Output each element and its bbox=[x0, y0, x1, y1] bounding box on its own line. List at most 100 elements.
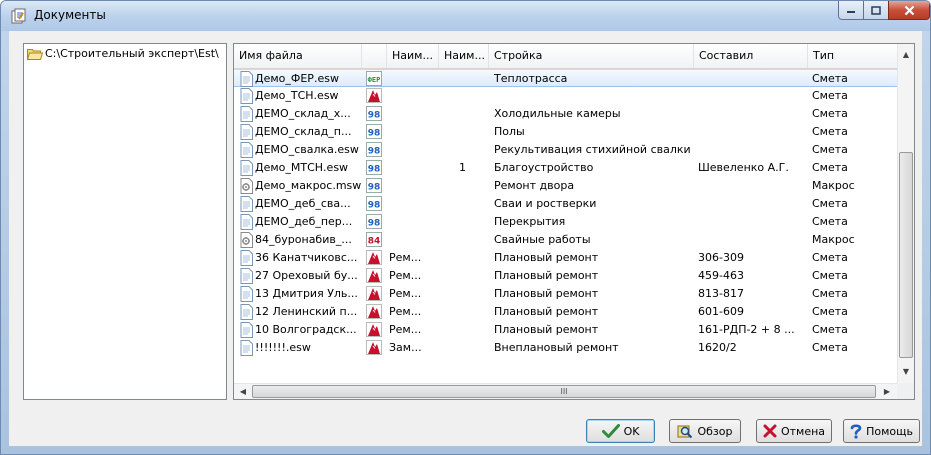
file-name: 36 Канатчиковс... bbox=[255, 251, 358, 264]
naim1-cell bbox=[389, 177, 437, 195]
98-icon: 98 bbox=[366, 106, 382, 121]
table-row[interactable]: 13 Дмитрия Уль... Рем... Плановый ремонт 81… bbox=[234, 285, 897, 303]
84-icon: 84 bbox=[366, 232, 382, 247]
maximize-button[interactable] bbox=[863, 1, 889, 20]
stroyka-cell: Благоустройство bbox=[494, 161, 594, 174]
sostavil-cell: 601-609 bbox=[698, 305, 744, 318]
table-row[interactable]: ДЕМО_деб_сва... 98 Сваи и ростверки Смета bbox=[234, 195, 897, 213]
close-icon bbox=[904, 5, 914, 15]
minimize-button[interactable] bbox=[838, 1, 864, 20]
table-row[interactable]: 36 Канатчиковс... Рем... Плановый ремонт 30… bbox=[234, 249, 897, 267]
table-row[interactable]: ДЕМО_склад_п... 98 Полы Смета bbox=[234, 123, 897, 141]
tip-cell: Смета bbox=[812, 125, 848, 138]
scroll-down-icon[interactable]: ▼ bbox=[901, 367, 911, 377]
tip-cell: Смета bbox=[812, 107, 848, 120]
svg-text:98: 98 bbox=[368, 129, 381, 139]
vertical-scroll-thumb[interactable] bbox=[899, 152, 913, 358]
column-header-sostavil[interactable]: Составил bbox=[694, 44, 808, 68]
column-header-tip[interactable]: Тип bbox=[808, 44, 897, 68]
column-header-naim1[interactable]: Наим... bbox=[387, 44, 439, 68]
table-row[interactable]: 12 Ленинский п... Рем... Плановый ремонт 60… bbox=[234, 303, 897, 321]
file-name: 84_буронабив_... bbox=[255, 233, 352, 246]
column-header-filename[interactable]: Имя файла bbox=[234, 44, 362, 68]
browse-icon bbox=[677, 425, 693, 438]
browse-button[interactable]: Обзор bbox=[669, 419, 741, 443]
file-name: ДЕМО_деб_пер... bbox=[255, 215, 353, 228]
table-row[interactable]: ДЕМО_склад_х... 98 Холодильные камеры Смета bbox=[234, 105, 897, 123]
documents-window: Документы C:\Строительный эксперт\Est\ И… bbox=[0, 0, 931, 455]
tip-cell: Смета bbox=[812, 287, 848, 300]
list-header: Имя файла Наим... Наим... Стройка Состав… bbox=[234, 44, 897, 69]
column-header-icon[interactable] bbox=[362, 44, 387, 68]
table-row[interactable]: 10 Волгоградск... Рем... Плановый ремонт 16… bbox=[234, 321, 897, 339]
table-row[interactable]: ДЕМО_деб_пер... 98 Перекрытия Смета bbox=[234, 213, 897, 231]
scroll-left-icon[interactable]: ◀ bbox=[238, 387, 248, 397]
vertical-scrollbar[interactable]: ▲ ▼ bbox=[897, 44, 914, 383]
tip-cell: Смета bbox=[812, 89, 848, 102]
naim1-cell: Рем... bbox=[389, 305, 422, 318]
document-icon bbox=[240, 340, 253, 356]
table-row[interactable]: 84_буронабив_... 84 Свайные работы Макрос bbox=[234, 231, 897, 249]
tip-cell: Смета bbox=[812, 215, 848, 228]
cancel-button[interactable]: Отмена bbox=[756, 419, 832, 443]
browse-button-label: Обзор bbox=[697, 424, 733, 438]
folder-tree[interactable]: C:\Строительный эксперт\Est\ bbox=[23, 43, 227, 400]
stroyka-cell bbox=[494, 87, 696, 105]
table-row[interactable]: ДЕМО_свалка.esw 98 Рекультивация стихийной… bbox=[234, 141, 897, 159]
document-icon bbox=[240, 106, 253, 122]
98-icon: 98 bbox=[366, 160, 382, 175]
tip-cell: Смета bbox=[812, 305, 848, 318]
scroll-right-icon[interactable]: ▶ bbox=[882, 387, 892, 397]
horizontal-scroll-thumb[interactable]: III bbox=[252, 385, 876, 398]
column-header-naim2[interactable]: Наим... bbox=[439, 44, 489, 68]
stroyka-cell: Плановый ремонт bbox=[494, 323, 599, 336]
title-bar[interactable]: Документы bbox=[1, 1, 930, 31]
naim1-cell bbox=[389, 213, 437, 231]
document-icon bbox=[240, 142, 253, 158]
help-button[interactable]: Помощь bbox=[843, 419, 920, 443]
table-row[interactable]: Демо_ФЕР.esw ФЕР Теплотрасса Смета bbox=[234, 69, 897, 87]
horizontal-scrollbar[interactable]: ◀ III ▶ bbox=[234, 383, 897, 399]
column-header-stroyka[interactable]: Стройка bbox=[489, 44, 694, 68]
tip-cell: Смета bbox=[812, 341, 848, 354]
table-row[interactable]: Демо_макрос.msw 98 Ремонт двора Макрос bbox=[234, 177, 897, 195]
close-button[interactable] bbox=[888, 1, 930, 20]
table-row[interactable]: 27 Ореховый бу... Рем... Плановый ремонт 45… bbox=[234, 267, 897, 285]
document-icon bbox=[240, 250, 253, 266]
sostavil-cell: 306-309 bbox=[698, 251, 744, 264]
file-list[interactable]: Имя файла Наим... Наим... Стройка Состав… bbox=[233, 43, 915, 400]
file-name: ДЕМО_склад_х... bbox=[255, 107, 351, 120]
macro-icon bbox=[240, 178, 253, 194]
naim1-cell: Рем... bbox=[389, 287, 422, 300]
tree-root-label: C:\Строительный эксперт\Est\ bbox=[45, 47, 219, 60]
help-icon bbox=[850, 424, 862, 439]
estimate-red-icon bbox=[366, 88, 382, 103]
file-name: 27 Ореховый бу... bbox=[255, 269, 358, 282]
svg-text:98: 98 bbox=[368, 183, 381, 193]
sostavil-cell bbox=[698, 177, 806, 195]
svg-text:98: 98 bbox=[368, 219, 381, 229]
svg-text:84: 84 bbox=[368, 237, 381, 247]
estimate-red-icon bbox=[366, 340, 382, 355]
table-row[interactable]: !!!!!!!.esw Зам... Внеплановый ремонт 1620/… bbox=[234, 339, 897, 357]
tip-cell: Смета bbox=[812, 251, 848, 264]
file-name: Демо_макрос.msw bbox=[255, 179, 362, 192]
naim1-cell: Рем... bbox=[389, 251, 422, 264]
sostavil-cell bbox=[698, 231, 806, 249]
table-row[interactable]: Демо_ТСН.esw Смета bbox=[234, 87, 897, 105]
98-icon: 98 bbox=[366, 196, 382, 211]
ok-button[interactable]: OK bbox=[586, 419, 655, 443]
checkmark-icon bbox=[601, 424, 620, 438]
help-button-label: Помощь bbox=[866, 424, 913, 438]
table-row[interactable]: Демо_МТСН.esw 98 1 Благоустройство Шевеленко… bbox=[234, 159, 897, 177]
tip-cell: Смета bbox=[812, 323, 848, 336]
tree-root-folder[interactable]: C:\Строительный эксперт\Est\ bbox=[27, 47, 219, 60]
scroll-up-icon[interactable]: ▲ bbox=[901, 50, 911, 60]
file-name: ДЕМО_деб_сва... bbox=[255, 197, 351, 210]
sostavil-cell: Шевеленко А.Г. bbox=[698, 161, 789, 174]
window-title: Документы bbox=[34, 8, 106, 22]
naim1-cell bbox=[389, 195, 437, 213]
tip-cell: Смета bbox=[812, 143, 848, 156]
sostavil-cell bbox=[698, 195, 806, 213]
document-icon bbox=[240, 268, 253, 284]
